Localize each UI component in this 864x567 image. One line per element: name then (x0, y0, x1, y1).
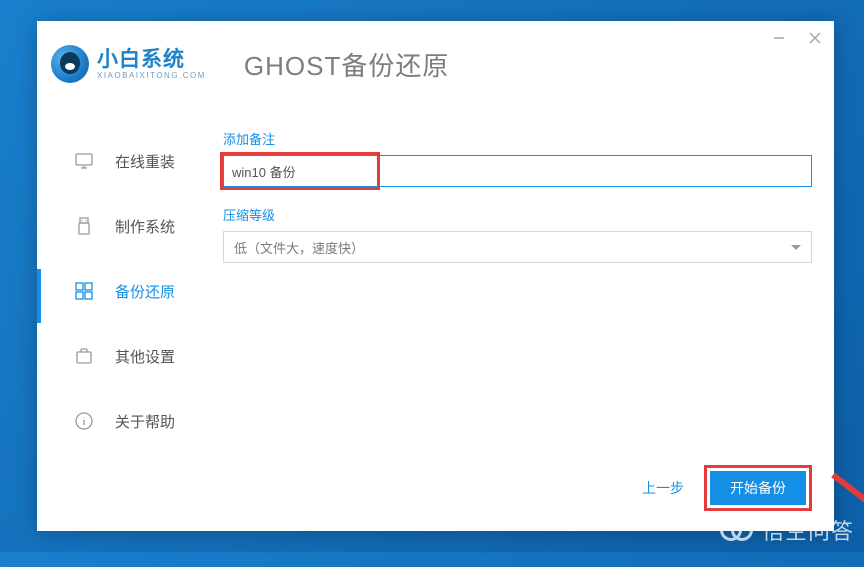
sidebar-item-make-system[interactable]: 制作系统 (37, 198, 223, 254)
watermark-icon (720, 516, 756, 544)
close-button[interactable] (808, 31, 822, 45)
compress-select[interactable]: 低（文件大，速度快） (223, 231, 812, 263)
grid-icon (75, 282, 93, 300)
sidebar-item-about-help[interactable]: 关于帮助 (37, 393, 223, 449)
monitor-icon (75, 152, 93, 170)
active-indicator (37, 269, 41, 323)
logo-subtitle: XIAOBAIXITONG.COM (97, 72, 206, 80)
sidebar-item-online-reinstall[interactable]: 在线重装 (37, 133, 223, 189)
compress-value: 低（文件大，速度快） (234, 238, 364, 257)
briefcase-icon (75, 347, 93, 365)
compress-label: 压缩等级 (223, 205, 834, 224)
minimize-button[interactable] (772, 31, 786, 45)
sidebar-item-backup-restore[interactable]: 备份还原 (37, 263, 223, 319)
header: 小白系统 XIAOBAIXITONG.COM GHOST备份还原 (37, 21, 834, 93)
sidebar-item-label: 备份还原 (115, 281, 175, 302)
info-icon (75, 412, 93, 430)
logo-title: 小白系统 (97, 49, 206, 70)
footer-actions: 上一步 开始备份 (636, 465, 812, 511)
chevron-down-icon (791, 245, 801, 250)
start-backup-button[interactable]: 开始备份 (710, 471, 806, 505)
sidebar-item-label: 其他设置 (115, 346, 175, 367)
remark-label: 添加备注 (223, 129, 834, 148)
sidebar: 在线重装 制作系统 备份还原 其他设置 (37, 93, 223, 525)
logo-icon (51, 45, 89, 83)
main-panel: 添加备注 压缩等级 低（文件大，速度快） (223, 93, 834, 525)
sidebar-item-label: 在线重装 (115, 151, 175, 172)
app-window: 小白系统 XIAOBAIXITONG.COM GHOST备份还原 在线重装 制作… (37, 21, 834, 531)
watermark-text: 悟空问答 (762, 514, 854, 546)
remark-input[interactable] (223, 155, 812, 187)
sidebar-item-label: 制作系统 (115, 216, 175, 237)
prev-button[interactable]: 上一步 (636, 470, 690, 506)
usb-icon (75, 217, 93, 235)
sidebar-item-other-settings[interactable]: 其他设置 (37, 328, 223, 384)
watermark: 悟空问答 (720, 514, 854, 546)
sidebar-item-label: 关于帮助 (115, 411, 175, 432)
window-controls (772, 31, 822, 45)
page-title: GHOST备份还原 (244, 46, 449, 83)
highlight-box: 开始备份 (704, 465, 812, 511)
logo: 小白系统 XIAOBAIXITONG.COM (51, 45, 206, 83)
